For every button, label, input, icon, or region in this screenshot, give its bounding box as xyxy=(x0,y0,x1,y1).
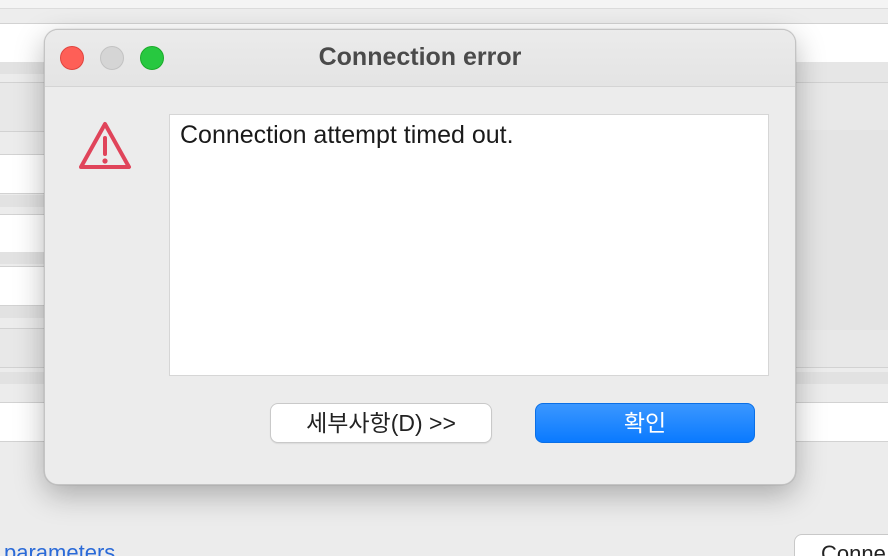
background-toolbar xyxy=(0,9,888,24)
connection-error-dialog: Connection error Connection attempt time… xyxy=(44,29,796,485)
ok-button[interactable]: 확인 xyxy=(535,403,755,443)
background-panel xyxy=(796,62,888,82)
background-panel xyxy=(796,130,888,330)
error-message-box[interactable]: Connection attempt timed out. xyxy=(169,114,769,376)
dialog-titlebar: Connection error xyxy=(45,30,795,87)
screen: parameters Conne Connection error Connec… xyxy=(0,0,888,556)
background-titlebar xyxy=(0,0,888,9)
details-button[interactable]: 세부사항(D) >> xyxy=(270,403,492,443)
error-message-text: Connection attempt timed out. xyxy=(180,121,514,149)
background-connect-button[interactable]: Conne xyxy=(794,534,888,556)
dialog-title: Connection error xyxy=(318,43,522,71)
warning-triangle-icon xyxy=(79,122,131,169)
background-parameters-link[interactable]: parameters xyxy=(4,540,115,556)
